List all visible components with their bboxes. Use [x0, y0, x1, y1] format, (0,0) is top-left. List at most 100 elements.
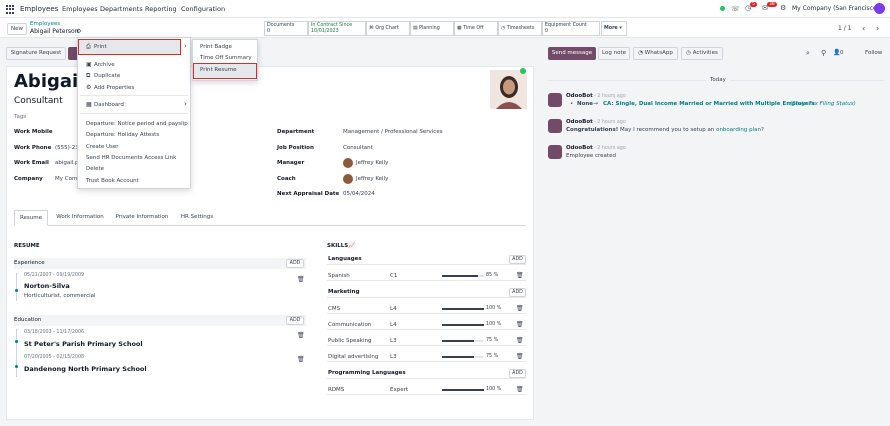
time-off-button[interactable]: ▦ Time Off	[454, 21, 498, 36]
pager-prev-icon[interactable]: ‹	[862, 24, 865, 33]
delete-icon[interactable]: 🗑	[516, 305, 524, 312]
menu-configuration[interactable]: Configuration	[181, 5, 225, 13]
contract-smart-button[interactable]: In Contract Since 10/01/2023	[308, 21, 366, 36]
skill-name[interactable]: Spanish	[328, 273, 350, 279]
entry-name[interactable]: St Peter's Parish Primary School	[24, 340, 143, 348]
skill-level[interactable]: Expert	[390, 387, 408, 393]
send-hr-docs-menu-item[interactable]: Send HR Documents Access Link	[86, 155, 176, 161]
trust-book-menu-item[interactable]: Trust Book Account	[86, 178, 139, 184]
departure-notice-menu-item[interactable]: Departure: Notice period and payslip	[86, 121, 188, 127]
skill-level[interactable]: L3	[390, 354, 397, 360]
skill-progress-fill	[442, 389, 484, 391]
employee-photo[interactable]	[490, 70, 527, 109]
equipment-smart-button[interactable]: Equipment Count 0	[542, 21, 600, 36]
entry-dates: 05/21/2007 - 09/19/2009	[24, 273, 85, 278]
delete-icon[interactable]: 🗑	[516, 337, 524, 344]
skill-level[interactable]: C1	[390, 273, 397, 279]
menu-reporting[interactable]: Reporting	[145, 5, 177, 13]
send-message-button[interactable]: Send message	[548, 47, 596, 60]
department-value[interactable]: Management / Professional Services	[343, 129, 443, 135]
breadcrumb-parent[interactable]: Employees	[30, 21, 60, 27]
add-skill-button[interactable]: ADD	[509, 288, 526, 297]
dashboard-menu-item[interactable]: Dashboard	[94, 102, 124, 108]
entry-name[interactable]: Norton-Silva	[24, 282, 70, 290]
departure-holiday-menu-item[interactable]: Departure: Holiday Attests	[86, 132, 159, 138]
planning-button[interactable]: ▤ Planning	[410, 21, 454, 36]
whatsapp-button[interactable]: ◔ WhatsApp	[633, 47, 678, 60]
message-author[interactable]: OdooBot	[566, 145, 593, 151]
odoobot-avatar[interactable]	[548, 145, 562, 159]
more-button[interactable]: More ▾	[601, 21, 627, 36]
skill-level[interactable]: L4	[390, 306, 397, 312]
duplicate-menu-item[interactable]: Duplicate	[94, 73, 120, 79]
create-user-menu-item[interactable]: Create User	[86, 144, 119, 150]
odoobot-avatar[interactable]	[548, 119, 562, 133]
phone-icon[interactable]: ☏	[731, 5, 740, 13]
follow-button[interactable]: Follow	[865, 50, 882, 56]
app-name[interactable]: Employees	[20, 5, 58, 13]
tab-work-information[interactable]: Work Information	[51, 210, 109, 225]
tab-hr-settings[interactable]: HR Settings	[176, 210, 218, 225]
gear-icon[interactable]: ⚙	[76, 28, 81, 35]
pager-value[interactable]: 1 / 1	[838, 25, 851, 32]
tags-field[interactable]: Tags	[14, 114, 26, 120]
coach-value[interactable]: Jeffrey Kelly	[356, 176, 388, 182]
skill-name[interactable]: Communication	[328, 322, 371, 328]
attachment-icon[interactable]: ⚲	[821, 49, 826, 57]
delete-icon[interactable]: 🗑	[297, 332, 305, 339]
signature-request-button[interactable]: Signature Request	[6, 47, 66, 60]
work-email-value[interactable]: abigail.p	[55, 160, 79, 166]
skill-level[interactable]: L4	[390, 322, 397, 328]
skill-row-divider	[327, 313, 526, 314]
skill-name[interactable]: CMS	[328, 306, 340, 312]
company-value[interactable]: My Com	[55, 176, 77, 182]
delete-icon[interactable]: 🗑	[297, 356, 305, 363]
skill-name[interactable]: Public Speaking	[328, 338, 371, 344]
user-avatar[interactable]	[874, 3, 885, 14]
print-badge-item[interactable]: Print Badge	[200, 44, 232, 50]
add-education-button[interactable]: ADD	[286, 316, 304, 325]
add-experience-button[interactable]: ADD	[286, 259, 304, 268]
menu-employees[interactable]: Employees	[62, 5, 98, 13]
message-author[interactable]: OdooBot	[566, 93, 593, 99]
search-icon[interactable]: ⌕	[806, 49, 810, 58]
print-label[interactable]: Print	[94, 44, 107, 50]
new-button[interactable]: New	[7, 23, 27, 35]
delete-icon[interactable]: 🗑	[516, 272, 524, 279]
pager-next-icon[interactable]: ›	[876, 24, 879, 33]
delete-icon[interactable]: 🗑	[516, 353, 524, 360]
add-skill-button[interactable]: ADD	[509, 255, 526, 264]
entry-name[interactable]: Dandenong North Primary School	[24, 365, 147, 373]
work-phone-value[interactable]: (555)-23	[55, 145, 79, 151]
job-title[interactable]: Consultant	[14, 96, 63, 106]
apps-menu-icon[interactable]	[6, 5, 15, 14]
add-skill-button[interactable]: ADD	[509, 369, 526, 378]
skill-name[interactable]: RDMS	[328, 387, 344, 393]
delete-icon[interactable]: 🗑	[516, 321, 524, 328]
company-switcher[interactable]: My Company (San Francisco)	[792, 5, 879, 12]
add-properties-menu-item[interactable]: Add Properties	[94, 85, 134, 91]
documents-smart-button[interactable]: Documents 0	[264, 21, 308, 36]
delete-menu-item[interactable]: Delete	[86, 166, 104, 172]
delete-icon[interactable]: 🗑	[516, 386, 524, 393]
manager-value[interactable]: Jeffrey Kelly	[356, 160, 388, 166]
menu-departments[interactable]: Departments	[100, 5, 143, 13]
skill-level[interactable]: L3	[390, 338, 397, 344]
timesheets-button[interactable]: ◷ Timesheets	[498, 21, 542, 36]
time-off-summary-item[interactable]: Time Off Summary	[200, 55, 252, 61]
org-chart-button[interactable]: ⌘ Org Chart	[366, 21, 410, 36]
job-position-value[interactable]: Consultant	[343, 145, 373, 151]
skill-name[interactable]: Digital advertising	[328, 354, 378, 360]
onboarding-link[interactable]: onboarding plan	[716, 127, 761, 133]
message-author[interactable]: OdooBot	[566, 119, 593, 125]
appraisal-value[interactable]: 05/04/2024	[343, 191, 375, 197]
log-note-button[interactable]: Log note	[598, 47, 630, 60]
timeline-dot	[15, 340, 18, 343]
delete-icon[interactable]: 🗑	[297, 276, 305, 283]
settings-icon[interactable]: ⚙	[780, 4, 786, 12]
archive-menu-item[interactable]: Archive	[94, 62, 115, 68]
tab-private-information[interactable]: Private Information	[112, 210, 172, 225]
odoobot-avatar[interactable]	[548, 93, 562, 107]
activities-button[interactable]: ◷ Activities	[681, 47, 723, 60]
tab-resume[interactable]: Resume	[14, 210, 48, 226]
